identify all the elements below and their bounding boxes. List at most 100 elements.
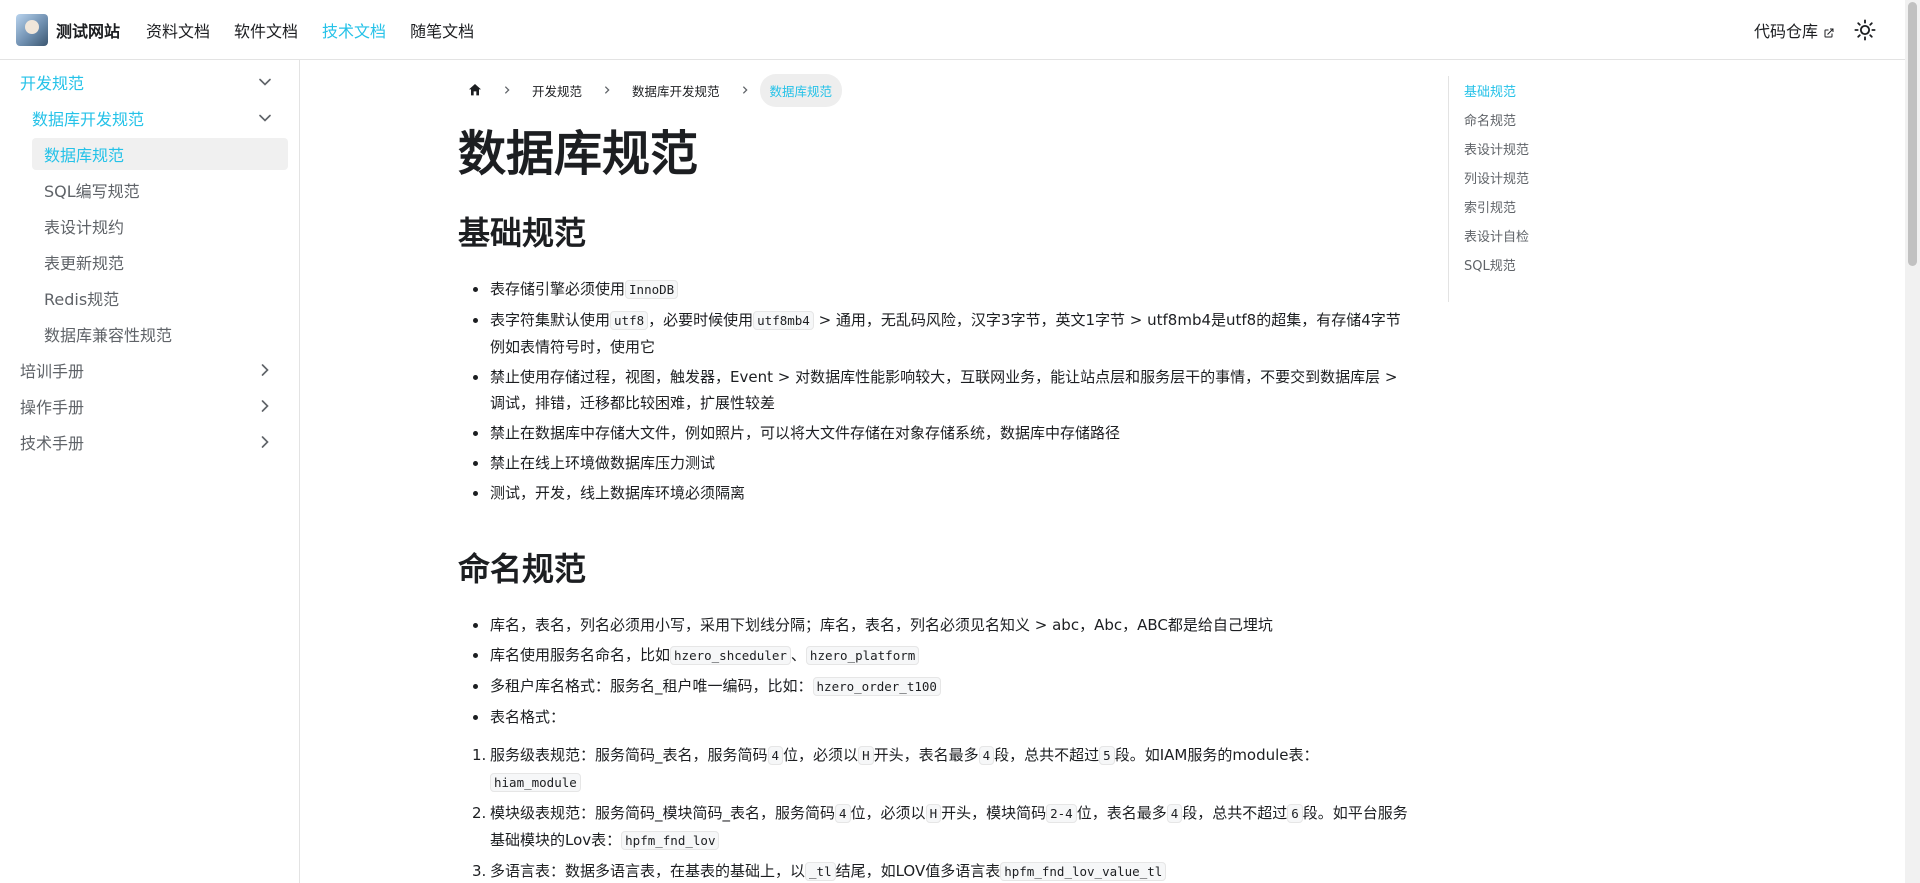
repo-link[interactable]: 代码仓库: [1754, 18, 1835, 42]
list-item-text: 服务级表规范：服务简码_表名，服务简码: [490, 746, 768, 764]
page-scrollbar[interactable]: [1905, 0, 1920, 883]
sidebar-category-tech-manual[interactable]: 技术手册: [0, 424, 299, 460]
sidebar-item-label: SQL编写规范: [44, 182, 140, 201]
list-item-text: 位，表名最多: [1076, 804, 1167, 822]
theme-toggle-sun-icon[interactable]: [1853, 18, 1877, 42]
nav-link-notes[interactable]: 随笔文档: [398, 18, 486, 42]
sidebar-item-label: 表设计规约: [44, 218, 125, 237]
list-item-text: 模块级表规范：服务简码_模块简码_表名，服务简码: [490, 804, 836, 822]
sidebar-category-operation[interactable]: 操作手册: [0, 388, 299, 424]
sidebar-item-db-compat[interactable]: 数据库兼容性规范: [0, 316, 299, 352]
list-item-text: 开头，模块简码: [941, 804, 1047, 822]
list-item: 多租户库名格式：服务名_租户唯一编码，比如： hzero_order_t100: [458, 673, 1408, 700]
inline-code: hpfm_fnd_lov_value_tl: [1000, 862, 1167, 881]
breadcrumb-db-dev-spec[interactable]: 数据库开发规范: [622, 75, 730, 106]
nav-right: 代码仓库: [1754, 18, 1877, 42]
home-icon[interactable]: [458, 74, 492, 106]
nav-links: 资料文档 软件文档 技术文档 随笔文档: [134, 18, 486, 42]
inline-code: utf8: [610, 311, 649, 330]
sidebar-item-table-update[interactable]: 表更新规范: [0, 244, 299, 280]
nav-link-docs[interactable]: 资料文档: [134, 18, 222, 42]
toc-item-self-check[interactable]: 表设计自检: [1449, 221, 1648, 250]
list-item: 禁止使用存储过程，视图，触发器，Event > 对数据库性能影响较大，互联网业务…: [458, 364, 1408, 416]
chevron-down-icon[interactable]: [255, 72, 275, 92]
list-item-text: 多租户库名格式：服务名_租户唯一编码，比如：: [490, 677, 813, 695]
table-of-contents: 基础规范 命名规范 表设计规范 列设计规范 索引规范 表设计自检 SQL规范: [1448, 76, 1648, 302]
inline-code: 4: [978, 746, 995, 765]
toc-item-index[interactable]: 索引规范: [1449, 192, 1648, 221]
external-link-icon: [1823, 24, 1835, 37]
sidebar-category-db-dev-spec[interactable]: 数据库开发规范: [0, 100, 299, 136]
sidebar-item-label: 数据库规范: [44, 146, 125, 165]
chevron-right-icon: [592, 80, 622, 100]
inline-code: 2-4: [1046, 804, 1077, 823]
section-heading-basic: 基础规范: [458, 214, 587, 252]
chevron-down-icon[interactable]: [255, 108, 275, 128]
site-title[interactable]: 测试网站: [56, 18, 120, 42]
sidebar-category-training[interactable]: 培训手册: [0, 352, 299, 388]
sidebar-category-label: 技术手册: [20, 434, 85, 453]
toc-item-table-design[interactable]: 表设计规范: [1449, 134, 1648, 163]
sidebar-item-db-spec[interactable]: 数据库规范: [32, 138, 288, 170]
list-item-text: 段，总共不超过: [994, 746, 1100, 764]
main-content: 开发规范 数据库开发规范 数据库规范 数据库规范 基础规范 表存储引擎必须使用 I…: [458, 60, 1408, 883]
sidebar-category-label: 数据库开发规范: [32, 110, 145, 129]
inline-code: H: [925, 804, 942, 823]
list-number: 2.: [472, 804, 487, 822]
sidebar-item-label: Redis规范: [44, 290, 120, 309]
list-number: 3.: [472, 862, 487, 880]
inline-code: 4: [835, 804, 851, 823]
inline-code: InnoDB: [625, 280, 679, 299]
sidebar-category-dev-spec[interactable]: 开发规范: [0, 64, 299, 100]
scrollbar-thumb[interactable]: [1908, 2, 1917, 266]
list-item-text: 多语言表：数据多语言表，在基表的基础上，以: [490, 862, 806, 880]
site-logo[interactable]: [16, 13, 48, 46]
inline-code: hzero_order_t100: [812, 677, 941, 696]
inline-code: 5: [1099, 746, 1115, 765]
list-item-text: 段。如IAM服务的module表：: [1114, 746, 1319, 764]
toc-item-naming[interactable]: 命名规范: [1449, 105, 1648, 134]
brand[interactable]: 测试网站: [16, 13, 120, 46]
nav-link-software[interactable]: 软件文档: [222, 18, 310, 42]
page-title: 数据库规范: [458, 126, 699, 182]
list-item-text: 库名使用服务名命名，比如: [490, 646, 671, 664]
toc-item-sql[interactable]: SQL规范: [1449, 250, 1648, 279]
chevron-right-icon[interactable]: [255, 396, 275, 416]
inline-code: 4: [767, 746, 784, 765]
sidebar-item-redis[interactable]: Redis规范: [0, 280, 299, 316]
sidebar-item-label: 表更新规范: [44, 254, 125, 273]
list-item: 表名格式：: [458, 704, 1408, 730]
inline-code: _tl: [805, 862, 836, 881]
toc-item-column-design[interactable]: 列设计规范: [1449, 163, 1648, 192]
toc-item-basic[interactable]: 基础规范: [1449, 76, 1648, 105]
list-item: 3. 多语言表：数据多语言表，在基表的基础上，以 _tl 结尾，如LOV值多语言表 hp…: [458, 858, 1408, 883]
list-item-text: 、: [790, 646, 806, 664]
inline-code: utf8mb4: [753, 311, 814, 330]
list-item-text: 开头，表名最多: [873, 746, 979, 764]
top-navbar: 测试网站 资料文档 软件文档 技术文档 随笔文档 代码仓库: [0, 0, 1905, 60]
sidebar-item-sql-spec[interactable]: SQL编写规范: [0, 172, 299, 208]
chevron-right-icon[interactable]: [255, 432, 275, 452]
repo-link-label: 代码仓库: [1753, 21, 1818, 41]
chevron-right-icon[interactable]: [255, 360, 275, 380]
sidebar-category-label: 培训手册: [20, 362, 85, 381]
sidebar-item-table-design[interactable]: 表设计规约: [0, 208, 299, 244]
sidebar-category-label: 操作手册: [20, 398, 85, 417]
naming-rules-list: 库名，表名，列名必须用小写，采用下划线分隔；库名，表名，列名必须见名知义 > a…: [458, 612, 1408, 730]
sidebar-item-label: 数据库兼容性规范: [44, 326, 173, 345]
list-item: 禁止在数据库中存储大文件，例如照片，可以将大文件存储在对象存储系统，数据库中存储…: [458, 420, 1408, 446]
list-item-text: 结尾，如LOV值多语言表: [835, 862, 1001, 880]
sidebar: 开发规范 数据库开发规范 数据库规范 SQL编写规范 表设计规约 表更新规范 R…: [0, 60, 300, 883]
inline-code: hpfm_fnd_lov: [621, 831, 720, 850]
list-item-text: 表字符集默认使用: [490, 311, 611, 329]
nav-link-tech[interactable]: 技术文档: [310, 18, 398, 42]
inline-code: 6: [1287, 804, 1303, 823]
list-item: 2. 模块级表规范：服务简码_模块简码_表名，服务简码 4 位，必须以 H 开头，模块简码…: [458, 800, 1408, 854]
list-number: 1.: [472, 746, 487, 764]
section-heading-naming: 命名规范: [458, 550, 587, 588]
list-item-text: 位，必须以: [850, 804, 926, 822]
basic-rules-list: 表存储引擎必须使用 InnoDB 表字符集默认使用 utf8 ，必要时候使用 utf8m…: [458, 276, 1408, 506]
inline-code: hzero_shceduler: [670, 646, 791, 665]
breadcrumb-dev-spec[interactable]: 开发规范: [522, 75, 592, 106]
list-item: 表字符集默认使用 utf8 ，必要时候使用 utf8mb4 > 通用，无乱码风险，汉字…: [458, 307, 1408, 360]
